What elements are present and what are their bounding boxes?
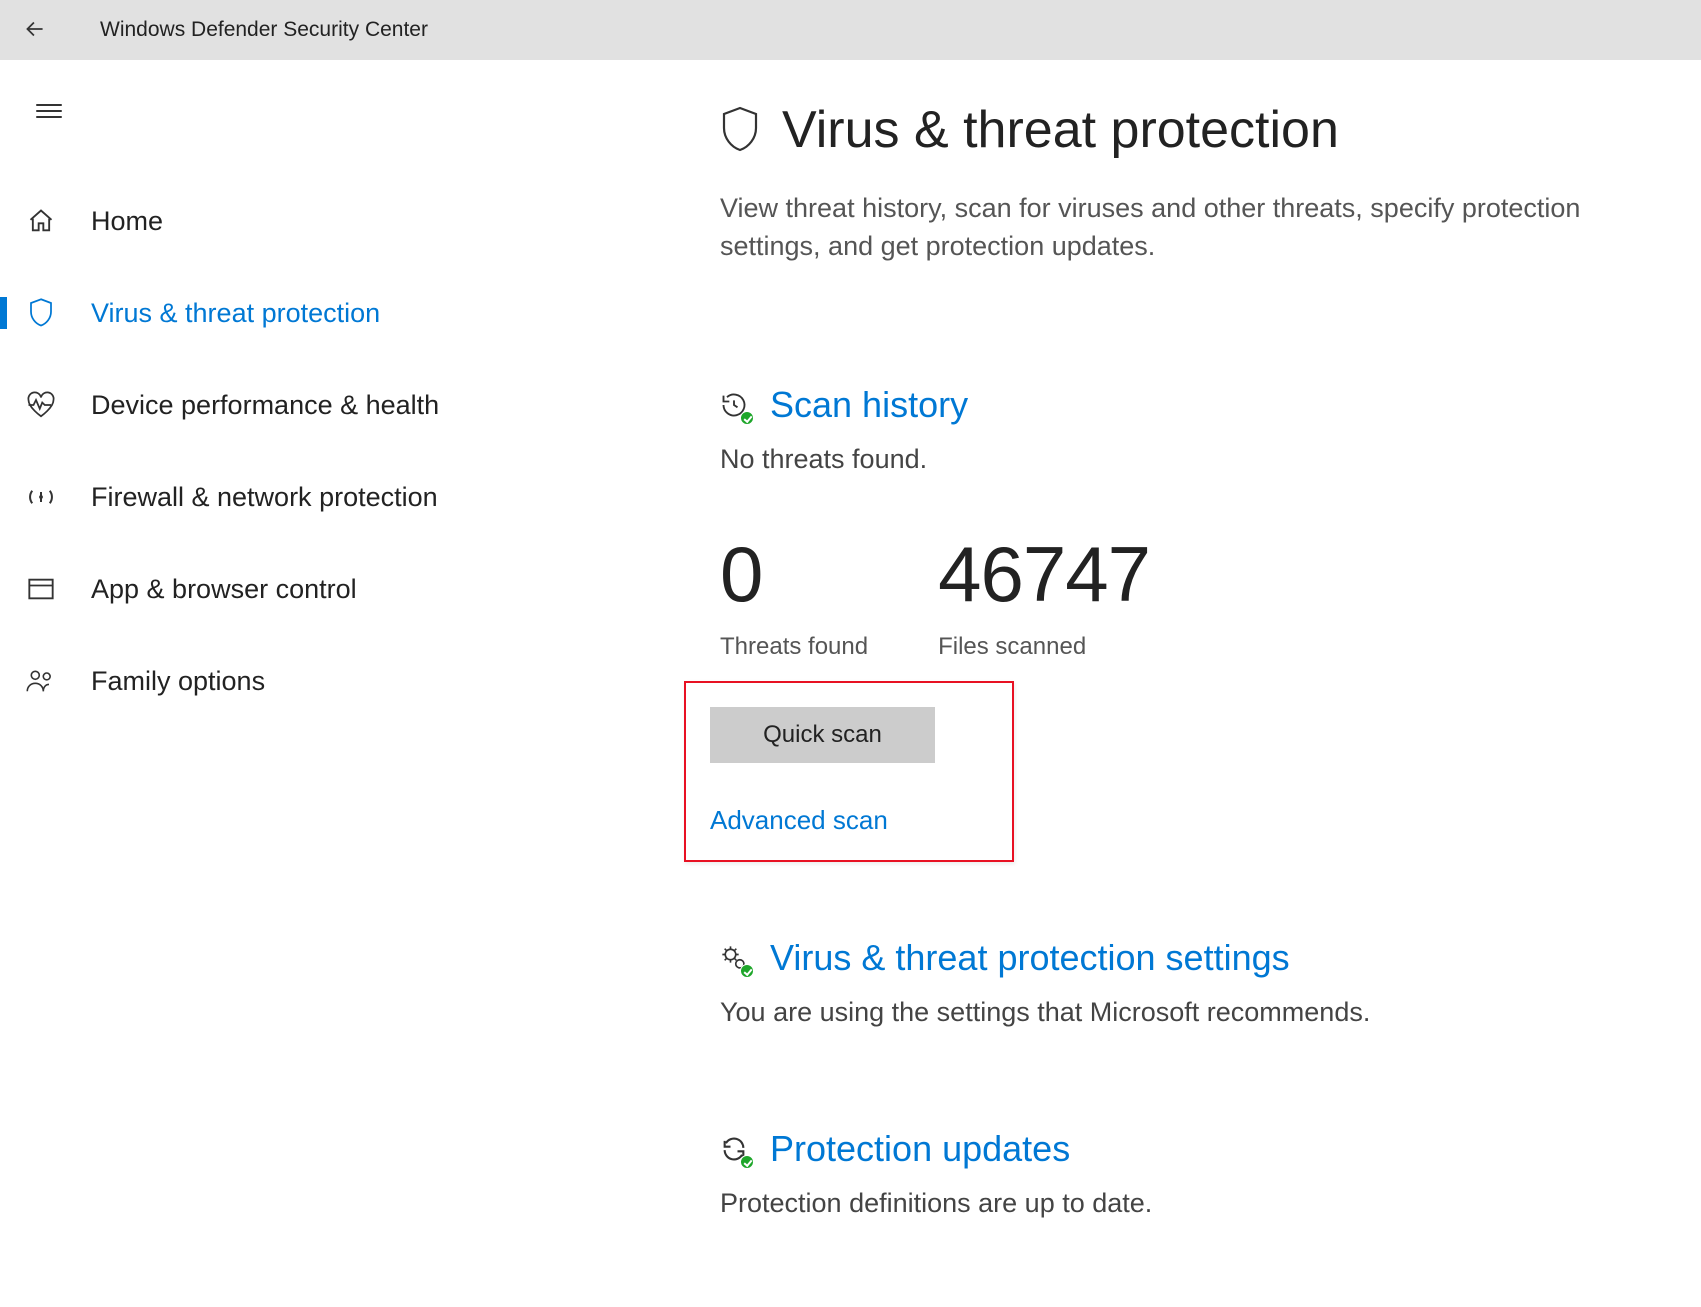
sidebar-item-label: Family options <box>91 666 265 697</box>
protection-updates-status: Protection definitions are up to date. <box>720 1188 1661 1219</box>
sidebar-item-app-browser[interactable]: App & browser control <box>0 543 520 635</box>
broadcast-icon <box>23 479 59 515</box>
sidebar-item-label: Home <box>91 206 163 237</box>
section-heading: Scan history <box>720 384 1661 426</box>
shield-icon <box>23 295 59 331</box>
sidebar-item-label: Firewall & network protection <box>91 482 438 513</box>
sidebar-item-device-health[interactable]: Device performance & health <box>0 359 520 451</box>
threats-found-value: 0 <box>720 535 868 613</box>
vtp-settings-link[interactable]: Virus & threat protection settings <box>770 937 1290 979</box>
threats-found-stat: 0 Threats found <box>720 535 868 661</box>
arrow-left-icon <box>22 16 48 45</box>
window-icon <box>23 571 59 607</box>
files-scanned-value: 46747 <box>938 535 1150 613</box>
back-button[interactable] <box>10 5 60 55</box>
protection-updates-link[interactable]: Protection updates <box>770 1128 1070 1170</box>
main-content: Virus & threat protection View threat hi… <box>720 100 1661 1219</box>
vtp-settings-section: Virus & threat protection settings You a… <box>720 937 1661 1028</box>
advanced-scan-link[interactable]: Advanced scan <box>710 805 988 836</box>
section-heading: Virus & threat protection settings <box>720 937 1661 979</box>
files-scanned-stat: 46747 Files scanned <box>938 535 1150 661</box>
page-subtitle: View threat history, scan for viruses an… <box>720 190 1650 266</box>
sidebar-item-firewall[interactable]: Firewall & network protection <box>0 451 520 543</box>
vtp-settings-status: You are using the settings that Microsof… <box>720 997 1661 1028</box>
quick-scan-button[interactable]: Quick scan <box>710 707 935 763</box>
gear-icon <box>720 944 748 972</box>
hamburger-icon <box>36 104 62 118</box>
history-icon <box>720 391 748 419</box>
refresh-icon <box>720 1135 748 1163</box>
scan-history-link[interactable]: Scan history <box>770 384 968 426</box>
files-scanned-label: Files scanned <box>938 633 1150 661</box>
home-icon <box>23 203 59 239</box>
sidebar-item-virus-threat[interactable]: Virus & threat protection <box>0 267 520 359</box>
window-title: Windows Defender Security Center <box>100 18 428 42</box>
sidebar-item-label: Device performance & health <box>91 390 439 421</box>
sidebar-item-home[interactable]: Home <box>0 175 520 267</box>
heart-pulse-icon <box>23 387 59 423</box>
sidebar-item-family[interactable]: Family options <box>0 635 520 727</box>
protection-updates-section: Protection updates Protection definition… <box>720 1128 1661 1219</box>
people-icon <box>23 663 59 699</box>
sidebar-item-label: Virus & threat protection <box>91 298 380 329</box>
scan-history-status: No threats found. <box>720 444 1661 475</box>
scan-history-section: Scan history No threats found. 0 Threats… <box>720 384 1661 862</box>
sidebar-item-label: App & browser control <box>91 574 357 605</box>
shield-icon <box>720 106 760 154</box>
page-title: Virus & threat protection <box>782 100 1339 160</box>
page-heading: Virus & threat protection <box>720 100 1661 160</box>
threats-found-label: Threats found <box>720 633 868 661</box>
scan-stats: 0 Threats found 46747 Files scanned <box>720 535 1661 661</box>
title-bar: Windows Defender Security Center <box>0 0 1701 60</box>
checkmark-badge-icon <box>740 411 754 425</box>
checkmark-badge-icon <box>740 964 754 978</box>
checkmark-badge-icon <box>740 1155 754 1169</box>
menu-button[interactable] <box>26 90 72 132</box>
sidebar: Home Virus & threat protection Device pe… <box>0 175 520 727</box>
section-heading: Protection updates <box>720 1128 1661 1170</box>
scan-highlight-box: Quick scan Advanced scan <box>684 681 1014 862</box>
